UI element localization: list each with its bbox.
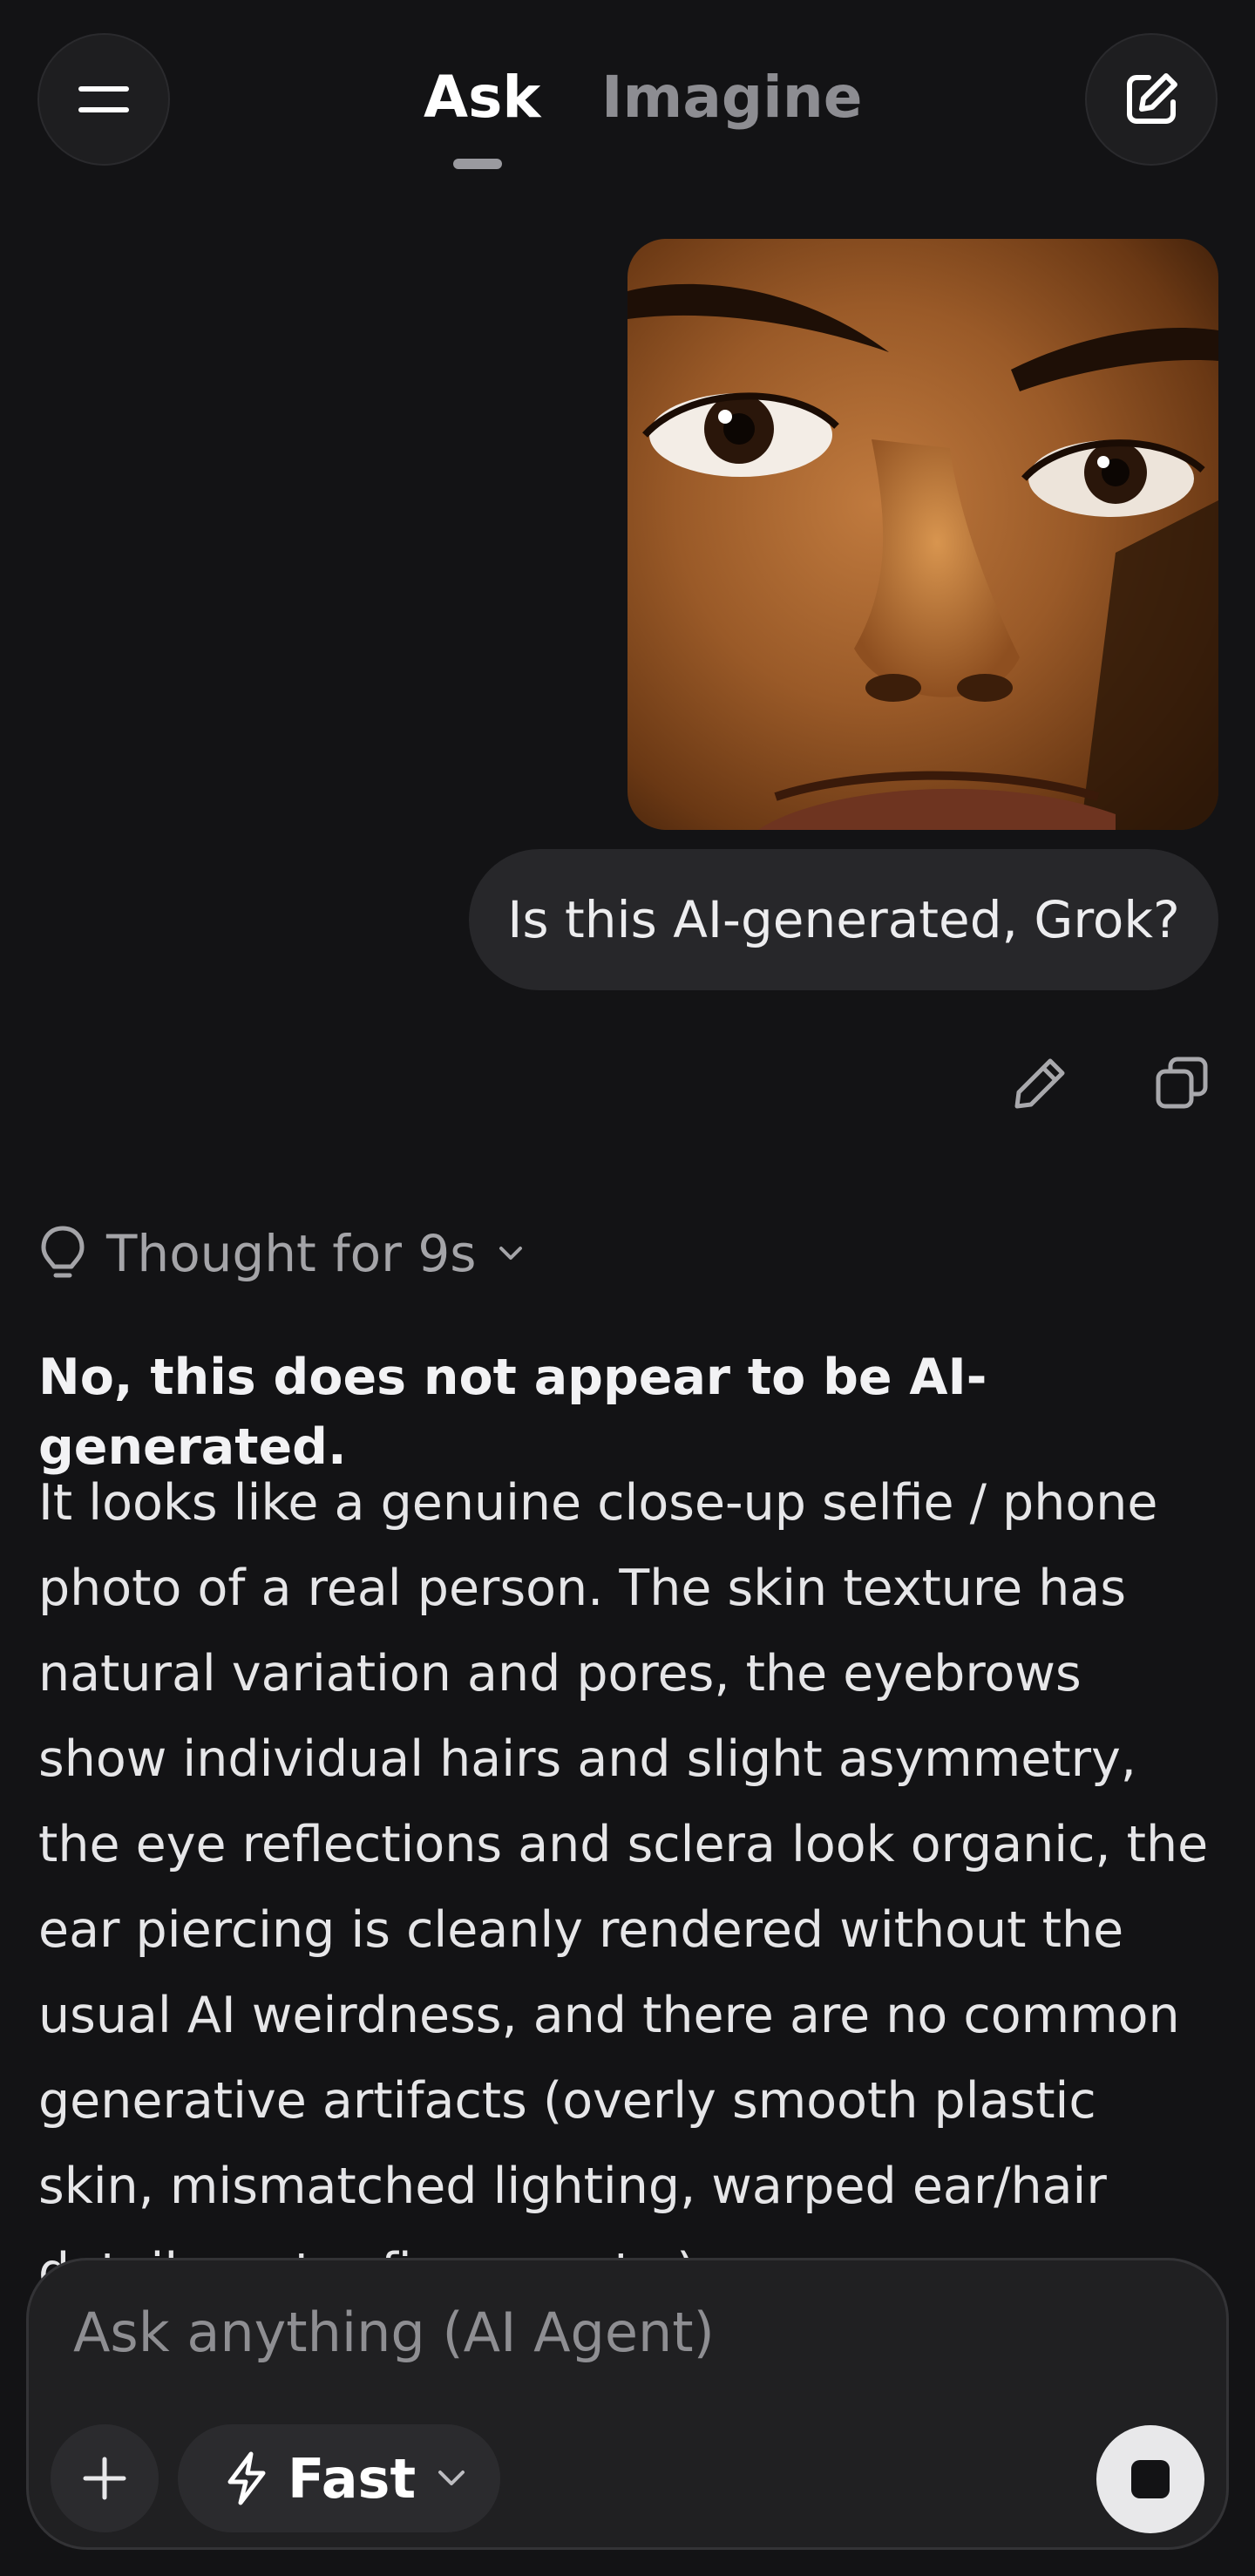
chevron-down-icon xyxy=(499,1247,522,1260)
top-bar: Ask Imagine xyxy=(0,0,1255,201)
chevron-down-icon xyxy=(438,2471,465,2485)
ask-input[interactable]: Ask anything (AI Agent) xyxy=(73,2289,1119,2376)
menu-button[interactable] xyxy=(37,33,170,166)
stop-button[interactable] xyxy=(1096,2425,1204,2533)
new-chat-button[interactable] xyxy=(1085,33,1218,166)
tab-ask[interactable]: Ask xyxy=(424,63,540,133)
menu-icon xyxy=(78,86,129,112)
active-tab-indicator xyxy=(453,159,502,169)
user-message-bubble: Is this AI-generated, Grok? xyxy=(469,849,1218,990)
lightning-icon xyxy=(227,2451,266,2505)
mode-label: Fast xyxy=(288,2446,417,2511)
face-photo-image xyxy=(628,239,1218,830)
thought-toggle[interactable]: Thought for 9s xyxy=(38,1217,524,1290)
edit-icon xyxy=(1014,1058,1065,1109)
lightbulb-icon xyxy=(41,1226,85,1278)
copy-message-button[interactable] xyxy=(1147,1048,1217,1118)
attach-button[interactable] xyxy=(51,2424,159,2532)
edit-message-button[interactable] xyxy=(1006,1048,1075,1118)
mode-selector[interactable]: Fast xyxy=(178,2424,500,2532)
answer-body: It looks like a genuine close-up selfie … xyxy=(38,1474,1209,2301)
new-chat-icon xyxy=(1127,73,1177,124)
copy-icon xyxy=(1156,1057,1208,1109)
user-uploaded-photo[interactable] xyxy=(628,239,1218,830)
tab-imagine[interactable]: Imagine xyxy=(601,63,862,133)
stop-icon xyxy=(1131,2460,1170,2498)
plus-icon xyxy=(83,2457,126,2500)
thought-label: Thought for 9s xyxy=(106,1224,477,1283)
